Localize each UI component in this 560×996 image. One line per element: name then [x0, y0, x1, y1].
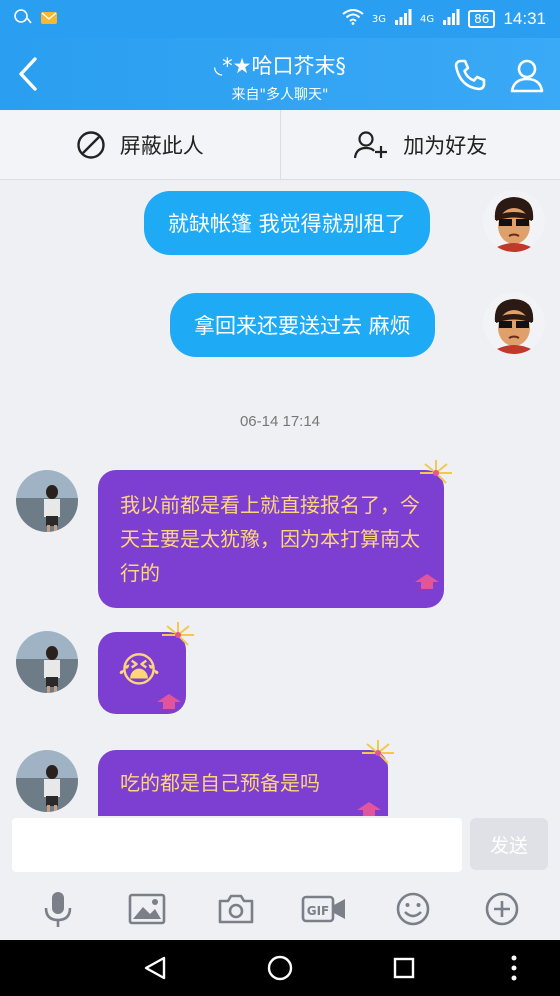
message-text: 吃的都是自己预备是吗: [120, 771, 320, 795]
clock: 14:31: [503, 9, 546, 28]
gif-button[interactable]: GIF: [301, 886, 347, 932]
crying-emoji: 😭: [118, 650, 161, 691]
firework-decoration-icon: [420, 460, 452, 484]
chat-subtitle: 来自"多人聊天": [231, 87, 329, 103]
gif-icon: GIF: [301, 895, 346, 923]
pagoda-decoration-icon: [157, 694, 181, 709]
vertical-dots-icon: [511, 955, 517, 981]
plus-icon: [485, 892, 518, 926]
block-user-button[interactable]: 屏蔽此人: [0, 110, 280, 179]
chevron-left-icon: [19, 57, 37, 91]
wechat-notify-icon: [14, 9, 32, 29]
square-recents-icon: [393, 957, 415, 979]
add-user-icon: [354, 130, 388, 158]
message-bubble-incoming[interactable]: 吃的都是自己预备是吗: [98, 750, 388, 816]
status-bar: 3G 4G 86 14:31: [0, 0, 560, 38]
message-list[interactable]: 就缺帐篷 我觉得就别租了 拿回来还要送过去 麻烦 06-14 17:14 我以前…: [0, 180, 560, 816]
user-icon: [510, 59, 544, 93]
mic-icon: [45, 892, 72, 927]
wifi-icon: [342, 9, 364, 29]
emoji-icon: [396, 892, 430, 926]
block-icon: [77, 130, 105, 159]
svg-text:GIF: GIF: [307, 904, 330, 918]
firework-decoration-icon: [362, 740, 394, 764]
camera-button[interactable]: [213, 886, 259, 932]
nav-home-button[interactable]: [258, 948, 302, 988]
more-button[interactable]: [479, 886, 525, 932]
phone-icon: [454, 59, 486, 91]
signal-icon: [394, 9, 412, 29]
call-button[interactable]: [448, 56, 492, 94]
message-bubble-incoming[interactable]: 我以前都是看上就直接报名了，今天主要是太犹豫，因为本打算南太行的: [98, 470, 444, 608]
composer-toolbar: GIF: [0, 878, 560, 940]
message-bubble-outgoing[interactable]: 拿回来还要送过去 麻烦: [170, 293, 435, 357]
message-timestamp: 06-14 17:14: [239, 413, 321, 430]
emoji-button[interactable]: [390, 886, 436, 932]
net-4g-label: 4G: [420, 13, 435, 25]
add-friend-label: 加为好友: [403, 133, 488, 158]
message-bubble-outgoing[interactable]: 就缺帐篷 我觉得就别租了: [144, 191, 430, 255]
message-text: 拿回来还要送过去 麻烦: [194, 314, 411, 338]
message-text: 就缺帐篷 我觉得就别租了: [168, 212, 406, 236]
battery-indicator: 86: [468, 10, 496, 28]
image-icon: [128, 893, 166, 925]
voice-button[interactable]: [35, 886, 81, 932]
my-avatar[interactable]: [483, 292, 545, 354]
triangle-back-icon: [144, 956, 166, 980]
image-button[interactable]: [124, 886, 170, 932]
back-button[interactable]: [8, 52, 48, 96]
mail-notify-icon: [40, 10, 58, 29]
contact-avatar[interactable]: [16, 470, 78, 532]
nav-menu-button[interactable]: [492, 948, 536, 988]
message-text: 我以前都是看上就直接报名了，今天主要是太犹豫，因为本打算南太行的: [120, 493, 420, 585]
firework-decoration-icon: [162, 622, 194, 646]
nav-recents-button[interactable]: [382, 948, 426, 988]
message-input[interactable]: [12, 818, 462, 872]
contact-avatar[interactable]: [16, 631, 78, 693]
block-user-label: 屏蔽此人: [119, 133, 204, 158]
camera-icon: [218, 894, 253, 924]
chat-title-area[interactable]: ◟*★哈口芥末§ 来自"多人聊天": [120, 50, 440, 104]
message-composer: 发送: [0, 816, 560, 878]
chat-header: ◟*★哈口芥末§ 来自"多人聊天": [0, 38, 560, 110]
pagoda-decoration-icon: [357, 802, 381, 816]
net-3g-label: 3G: [371, 13, 387, 25]
action-bar: 屏蔽此人 加为好友: [0, 110, 560, 180]
system-nav-bar: [0, 940, 560, 996]
signal-icon: [442, 9, 460, 29]
circle-home-icon: [267, 955, 293, 981]
my-avatar[interactable]: [483, 190, 545, 252]
add-friend-button[interactable]: 加为好友: [281, 110, 560, 179]
send-button[interactable]: 发送: [470, 818, 548, 870]
profile-button[interactable]: [505, 56, 549, 94]
chat-title: ◟*★哈口芥末§: [214, 54, 346, 78]
pagoda-decoration-icon: [415, 574, 439, 589]
nav-back-button[interactable]: [133, 948, 177, 988]
contact-avatar[interactable]: [16, 750, 78, 812]
